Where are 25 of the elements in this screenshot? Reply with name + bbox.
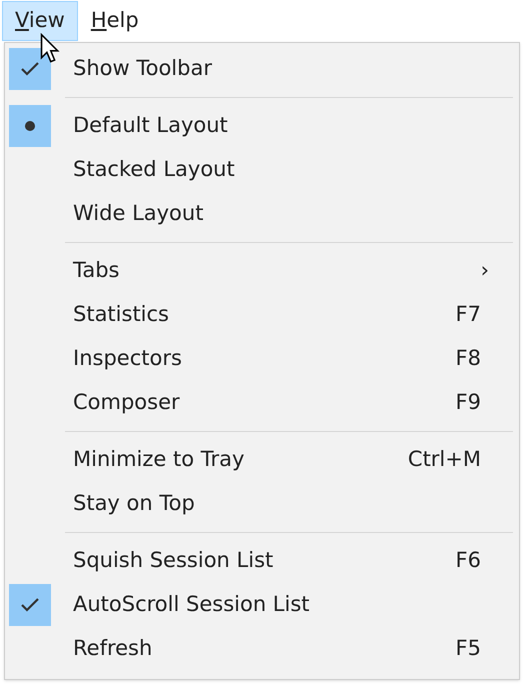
menu-item[interactable]: Minimize to Tray Ctrl+M [5, 438, 519, 482]
menu-bar-item[interactable]: Help [78, 1, 152, 41]
menu-item[interactable]: Show Toolbar [5, 47, 519, 91]
menu-item[interactable]: Composer F9 [5, 381, 519, 425]
shortcut-label: F8 [456, 345, 481, 372]
checkmark-icon [20, 61, 40, 77]
menu-item[interactable]: AutoScroll Session List [5, 583, 519, 627]
menu-item[interactable]: Default Layout [5, 104, 519, 148]
shortcut-label: F5 [456, 635, 481, 662]
menu-item[interactable]: Wide Layout [5, 192, 519, 236]
checkmark-icon [20, 597, 40, 613]
menu-item[interactable]: Stay on Top [5, 482, 519, 526]
submenu-arrow: › [480, 257, 489, 284]
menu-bar-item[interactable]: View [2, 1, 78, 41]
shortcut-label: F9 [456, 389, 481, 416]
shortcut-label: F7 [456, 301, 481, 328]
menu-item[interactable]: Statistics F7 [5, 293, 519, 337]
bullet-icon [24, 120, 36, 132]
shortcut-label: F6 [456, 547, 481, 574]
menu-item[interactable]: Inspectors F8 [5, 337, 519, 381]
menu-item[interactable]: Refresh F5 [5, 627, 519, 671]
menu-item[interactable]: Stacked Layout [5, 148, 519, 192]
menu-item[interactable]: Squish Session List F6 [5, 539, 519, 583]
menu-item[interactable]: Tabs › [5, 249, 519, 293]
shortcut-label: Ctrl+M [408, 446, 481, 474]
